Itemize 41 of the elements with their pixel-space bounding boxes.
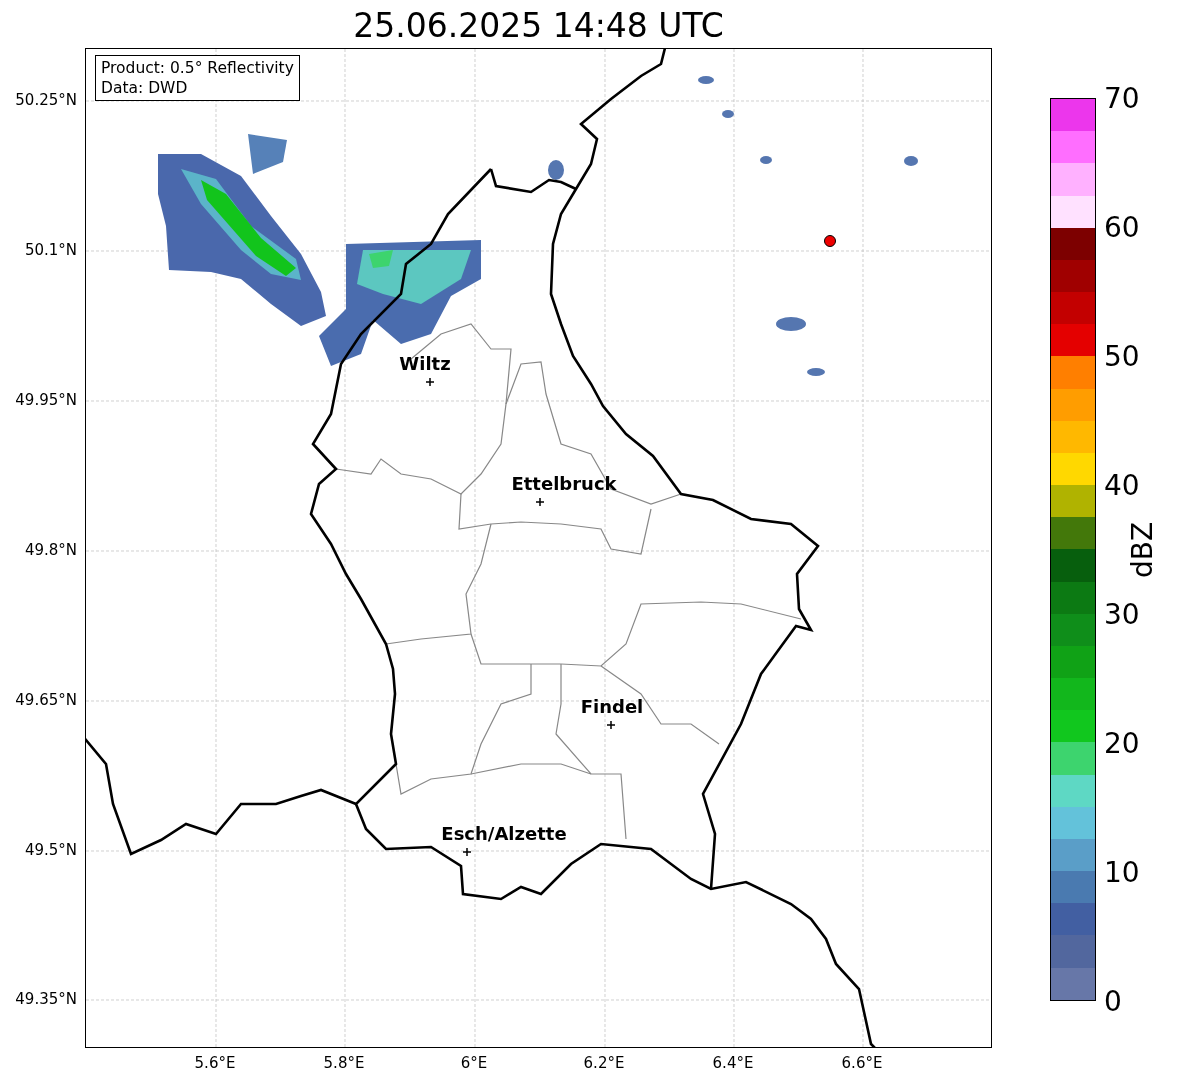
- longitude-label: 5.8°E: [323, 1054, 365, 1072]
- city-marker-icon: [606, 720, 616, 730]
- chart-title: 25.06.2025 14:48 UTC: [352, 5, 725, 47]
- radar-echo: [698, 76, 714, 84]
- city-label: Wiltz: [399, 353, 451, 374]
- colorbar-tick-label: 70: [1104, 81, 1140, 115]
- longitude-label: 6.2°E: [583, 1054, 625, 1072]
- info-text: Data: DWD: [101, 78, 189, 98]
- colorbar-tick-label: 30: [1104, 597, 1140, 631]
- radar-echo: [904, 156, 918, 166]
- colorbar-tick-label: 40: [1104, 468, 1140, 502]
- city-marker-icon: [462, 847, 472, 857]
- longitude-label: 6.6°E: [841, 1054, 883, 1072]
- colorbar-label: dBZ: [1125, 521, 1159, 578]
- city-label: Esch/Alzette: [441, 823, 567, 844]
- city-marker-icon: [535, 497, 545, 507]
- radar-echo: [807, 368, 825, 376]
- latitude-label: 49.65°N: [15, 691, 77, 709]
- latitude-label: 50.1°N: [24, 241, 77, 259]
- latitude-label: 49.35°N: [15, 990, 77, 1008]
- radar-echo: [722, 110, 734, 118]
- latitude-label: 49.5°N: [24, 841, 77, 859]
- info-text: Product: 0.5° Reflectivity: [101, 58, 294, 78]
- radar-echo: [548, 160, 564, 180]
- latitude-label: 49.95°N: [15, 391, 77, 409]
- radar-echo: [760, 156, 772, 164]
- colorbar-tick-label: 10: [1104, 855, 1140, 889]
- location-marker-icon: [824, 235, 836, 247]
- city-label: Findel: [580, 696, 644, 717]
- city-label: Ettelbruck: [511, 473, 617, 494]
- longitude-label: 6°E: [460, 1054, 488, 1072]
- latitude-label: 49.8°N: [24, 541, 77, 559]
- longitude-label: 6.4°E: [712, 1054, 754, 1072]
- longitude-label: 5.6°E: [194, 1054, 236, 1072]
- city-marker-icon: [425, 377, 435, 387]
- colorbar-tick-label: 50: [1104, 339, 1140, 373]
- colorbar-tick-label: 60: [1104, 210, 1140, 244]
- latitude-label: 50.25°N: [15, 91, 77, 109]
- colorbar-tick-label: 20: [1104, 726, 1140, 760]
- colorbar-tick-label: 0: [1104, 984, 1122, 1018]
- radar-echo: [776, 317, 806, 331]
